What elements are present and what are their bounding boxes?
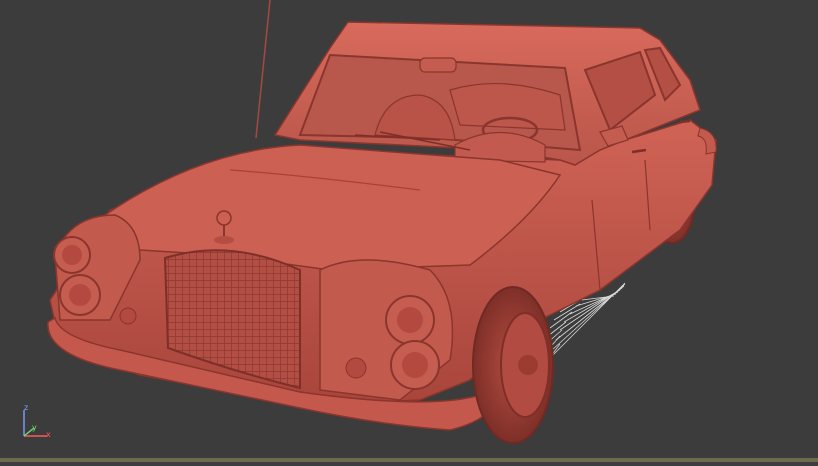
car-model-render[interactable]	[0, 0, 818, 462]
3d-viewport[interactable]: z y x	[0, 0, 818, 462]
antenna	[255, 0, 271, 139]
axis-label-x: x	[46, 430, 51, 439]
axis-gizmo: z y x	[14, 404, 64, 448]
fog-light-right	[345, 357, 367, 379]
door-handle-rear	[679, 119, 691, 124]
viewport-bottom-border	[0, 458, 818, 462]
front-wheel	[472, 286, 554, 444]
axis-label-y: y	[32, 423, 37, 432]
fog-light-left	[119, 307, 137, 325]
axis-gizmo-lines	[23, 410, 47, 437]
rearview-mirror	[419, 57, 457, 73]
axis-label-z: z	[24, 403, 29, 412]
